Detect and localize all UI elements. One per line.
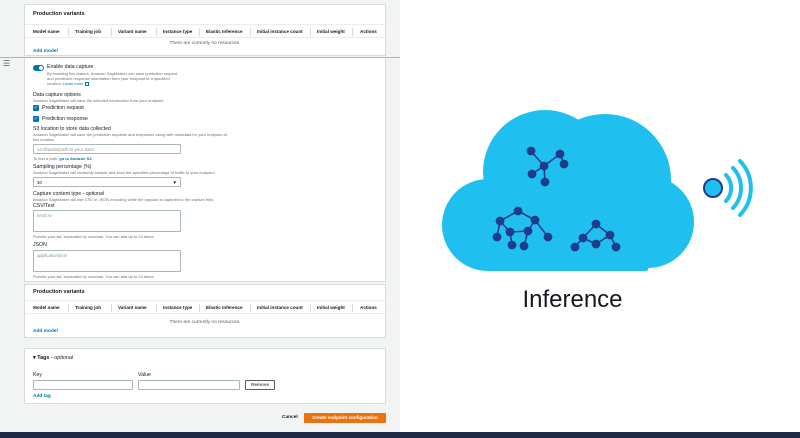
column-header[interactable]: Elastic Inference: [206, 305, 243, 310]
column-separator: [111, 28, 112, 36]
caret-down-icon: ▾: [33, 355, 36, 361]
prediction-request-checkbox[interactable]: ✓: [33, 105, 39, 111]
column-separator: [250, 28, 251, 36]
column-separator: [156, 304, 157, 312]
column-separator: [111, 304, 112, 312]
s3-location-desc: Amazon SageMaker will save the predictio…: [33, 132, 227, 137]
column-header[interactable]: Instance type: [163, 305, 192, 310]
column-separator: [352, 28, 353, 36]
wireless-signal-icon: [703, 159, 753, 217]
csv-textarea[interactable]: text/csv: [33, 210, 181, 232]
column-header[interactable]: Training job: [75, 29, 101, 34]
empty-table-message: There are currently no resources.: [169, 320, 241, 325]
column-header[interactable]: Initial weight: [317, 29, 345, 34]
sampling-value: 30: [37, 180, 42, 185]
go-to-s3-link[interactable]: go to Amazon S3: [59, 156, 91, 161]
table-header: Model name Training job Variant name Ins…: [25, 24, 385, 38]
prediction-response-checkbox[interactable]: ✓: [33, 116, 39, 122]
column-header[interactable]: Variant name: [118, 29, 147, 34]
cloud-shape: [442, 110, 694, 271]
tag-key-input[interactable]: [33, 380, 133, 390]
column-header[interactable]: Initial instance count: [257, 29, 303, 34]
prediction-response-label: Prediction response: [42, 116, 88, 122]
column-separator: [199, 28, 200, 36]
cancel-button[interactable]: Cancel: [282, 415, 298, 420]
json-textarea[interactable]: application/json: [33, 250, 181, 272]
value-label: Value: [138, 372, 151, 378]
column-header[interactable]: Model name: [33, 305, 60, 310]
column-separator: [352, 304, 353, 312]
add-tag-link[interactable]: Add tag: [33, 394, 51, 399]
toggle-description: location. Learn more: [47, 81, 89, 86]
column-separator: [68, 28, 69, 36]
sampling-select[interactable]: 30 ▼: [33, 177, 181, 187]
json-label: JSON: [33, 242, 47, 248]
column-separator: [250, 304, 251, 312]
chevron-down-icon: ▼: [172, 180, 177, 185]
cloud-illustration: [442, 110, 753, 271]
window-bottom-bar: [0, 432, 800, 438]
column-header[interactable]: Actions: [360, 29, 377, 34]
content-type-desc: Amazon SageMaker will use CSV or JSON en…: [33, 197, 215, 202]
s3-location-input[interactable]: s3://bucket/path-to-your-data/: [33, 144, 181, 154]
optional-label: - optional: [50, 355, 74, 361]
column-header[interactable]: Instance type: [163, 29, 192, 34]
section-title: Production variants: [33, 289, 85, 295]
toggle-label: Enable data capture: [47, 64, 94, 70]
illustration-pane: Inference: [400, 0, 800, 432]
empty-table-message: There are currently no resources.: [169, 41, 241, 46]
column-separator: [199, 304, 200, 312]
table-header: Model name Training job Variant name Ins…: [25, 300, 385, 314]
csv-hint: Provide your list, separated by commas. …: [33, 234, 155, 239]
data-capture-panel: Enable data capture By enabling this fea…: [24, 58, 386, 282]
json-hint: Provide your list, separated by commas. …: [33, 274, 155, 279]
production-variants-panel-top: Production variants Model name Training …: [24, 4, 386, 56]
data-capture-options-desc: Amazon SageMaker will save the selected …: [33, 98, 164, 103]
column-header[interactable]: Initial weight: [317, 305, 345, 310]
production-variants-panel-bottom: Production variants Model name Training …: [24, 284, 386, 338]
column-header[interactable]: Actions: [360, 305, 377, 310]
learn-more-link[interactable]: Learn more: [63, 81, 83, 86]
column-separator: [68, 304, 69, 312]
create-endpoint-configuration-button[interactable]: Create endpoint configuration: [304, 413, 386, 423]
column-header[interactable]: Elastic Inference: [206, 29, 243, 34]
prediction-request-label: Prediction request: [42, 105, 84, 111]
data-capture-toggle[interactable]: [33, 65, 44, 71]
console-pane: Production variants Model name Training …: [0, 0, 400, 432]
menu-icon[interactable]: ☰: [3, 60, 10, 68]
column-separator: [156, 28, 157, 36]
column-header[interactable]: Training job: [75, 305, 101, 310]
column-separator: [310, 304, 311, 312]
add-model-link[interactable]: Add model: [33, 329, 58, 334]
tags-panel: ▾ Tags - optional Key Value Remove Add t…: [24, 348, 386, 404]
s3-location-desc: this location.: [33, 137, 56, 142]
toggle-description-tail: location.: [47, 81, 62, 86]
csv-label: CSV/Text: [33, 203, 55, 209]
inference-title: Inference: [522, 286, 623, 313]
tags-header[interactable]: ▾ Tags - optional: [33, 355, 73, 361]
key-label: Key: [33, 372, 42, 378]
remove-tag-button[interactable]: Remove: [245, 380, 275, 390]
external-link-icon: [84, 81, 89, 86]
sampling-desc: Amazon SageMaker will randomly sample an…: [33, 170, 216, 175]
tags-title: Tags: [37, 355, 50, 361]
column-header[interactable]: Variant name: [118, 305, 147, 310]
column-header[interactable]: Initial instance count: [257, 305, 303, 310]
s3-hint-prefix: To find a path,: [33, 156, 59, 161]
section-title: Production variants: [33, 11, 85, 17]
s3-hint: To find a path, go to Amazon S3: [33, 156, 92, 161]
tag-value-input[interactable]: [138, 380, 240, 390]
add-model-link[interactable]: Add model: [33, 49, 58, 54]
column-header[interactable]: Model name: [33, 29, 60, 34]
column-separator: [310, 28, 311, 36]
